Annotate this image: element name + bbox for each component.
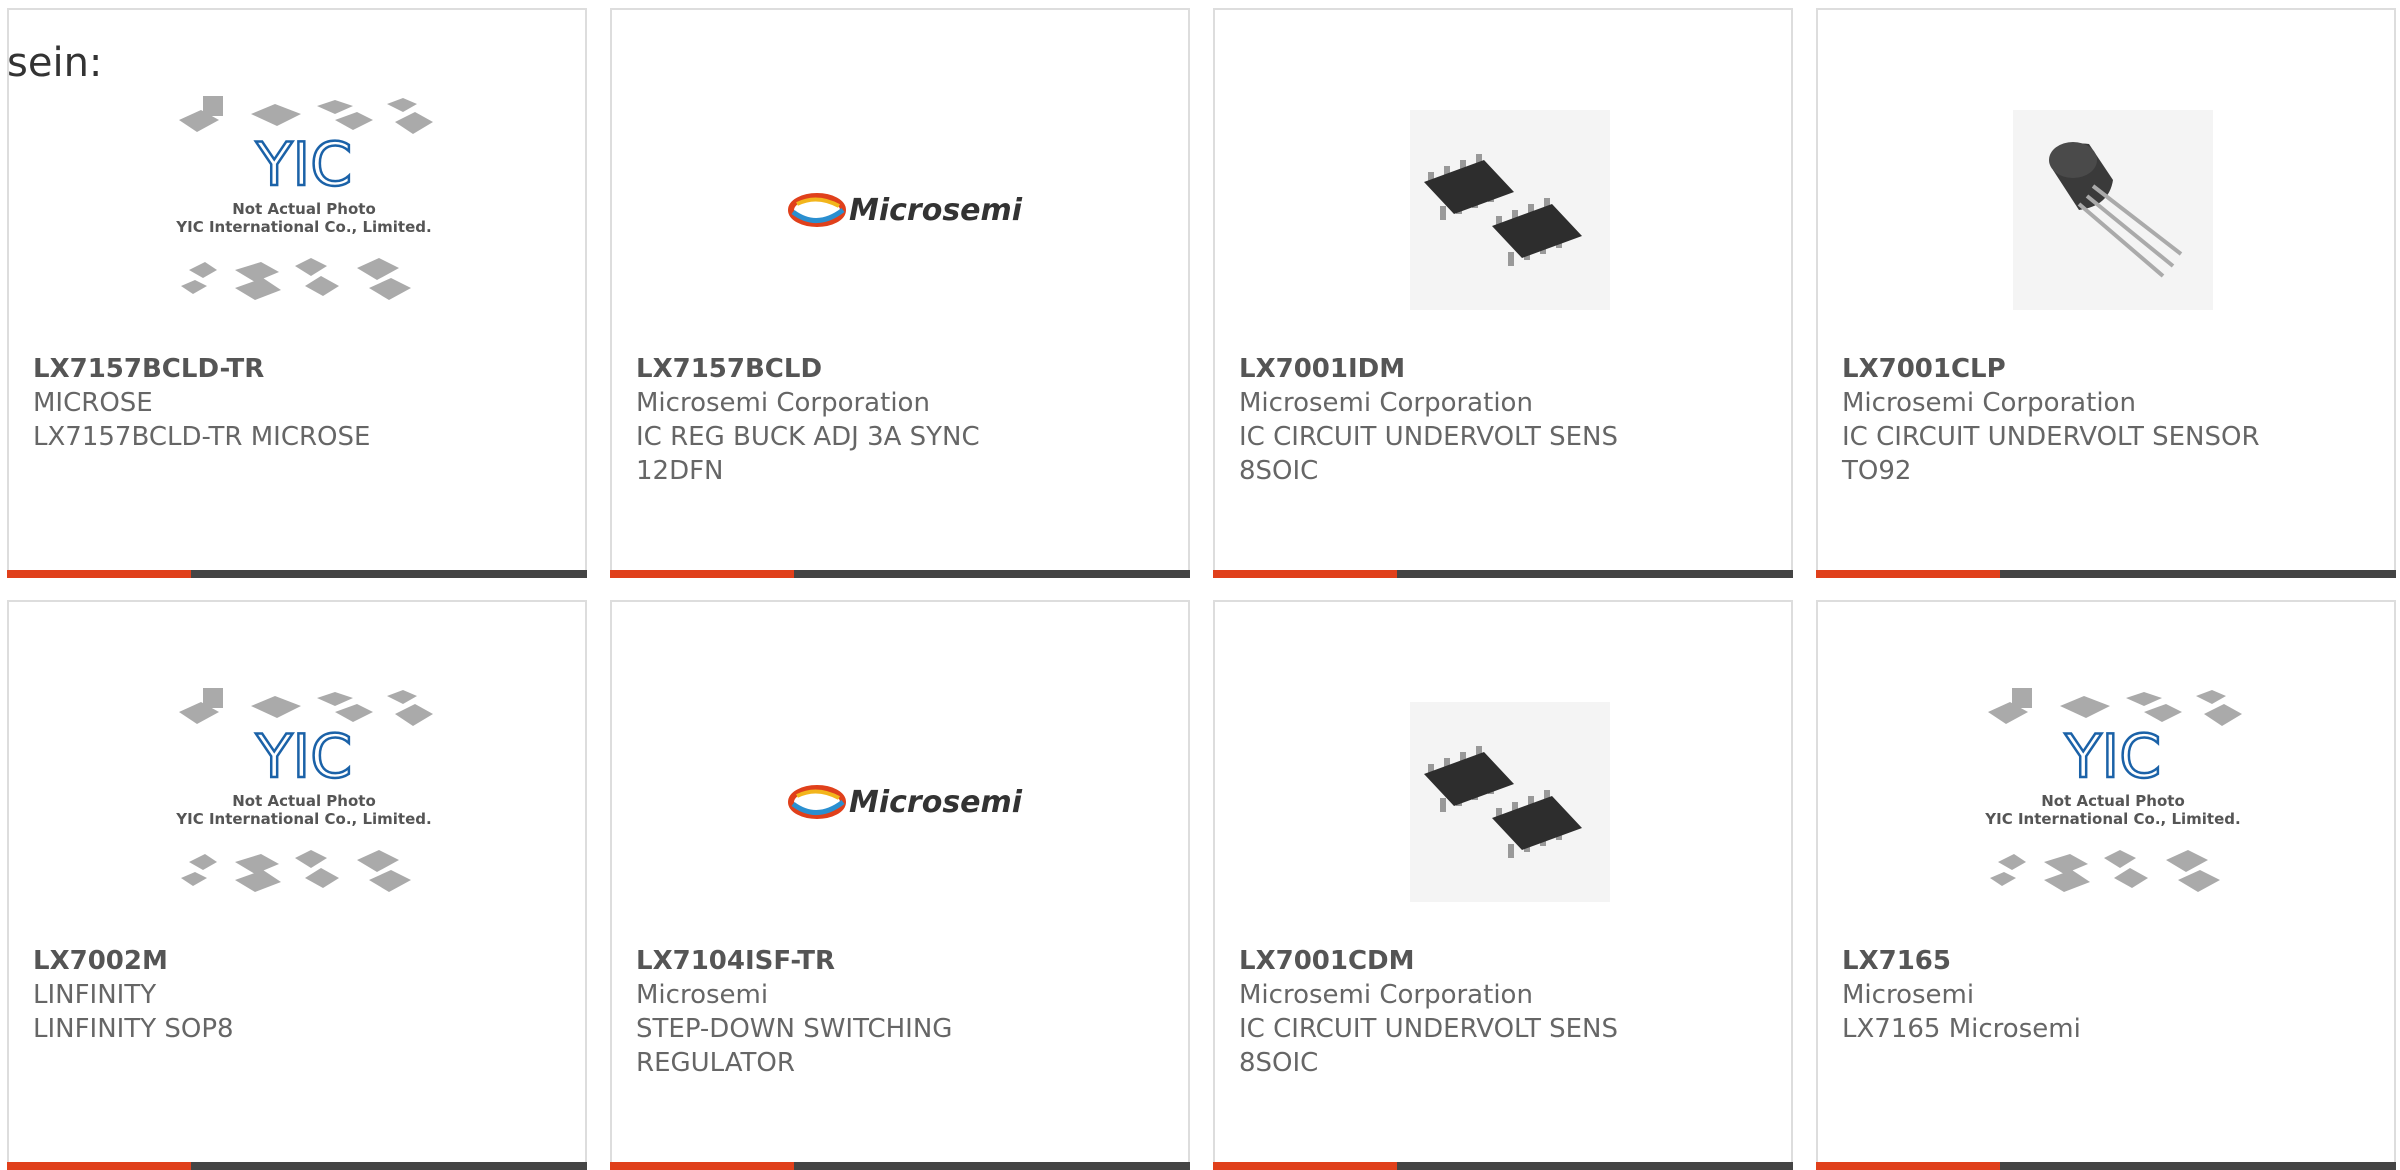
product-info: LX7001CDM Microsemi Corporation IC CIRCU… [1239, 944, 1767, 1080]
part-number[interactable]: LX7001IDM [1239, 352, 1767, 386]
description: LINFINITY SOP8 [33, 1014, 234, 1044]
card-bottom-bar [7, 570, 587, 578]
manufacturer: Microsemi [1842, 980, 1975, 1010]
svg-text:YIC International Co., Limited: YIC International Co., Limited. [1984, 810, 2240, 828]
card-bottom-bar [1213, 570, 1793, 578]
product-card[interactable]: YIC Not Actual Photo YIC International C… [7, 8, 587, 578]
product-card[interactable]: LX7001IDM Microsemi Corporation IC CIRCU… [1213, 8, 1793, 578]
manufacturer: MICROSE [33, 388, 153, 418]
placeholder-image: YIC Not Actual Photo YIC International C… [175, 96, 433, 300]
svg-text:Not Actual Photo: Not Actual Photo [2041, 792, 2185, 810]
placeholder-image: YIC Not Actual Photo YIC International C… [1984, 688, 2242, 892]
svg-text:Not Actual Photo: Not Actual Photo [232, 792, 376, 810]
manufacturer: Microsemi Corporation [1239, 980, 1533, 1010]
microsemi-logo-icon: Microsemi [788, 193, 1023, 228]
part-number[interactable]: LX7001CDM [1239, 944, 1767, 978]
product-image-placeholder[interactable]: YIC Not Actual Photo YIC International C… [159, 672, 449, 932]
manufacturer: Microsemi Corporation [1842, 388, 2136, 418]
manufacturer: LINFINITY [33, 980, 157, 1010]
card-bottom-bar [1816, 570, 2396, 578]
card-bottom-bar [1816, 1162, 2396, 1170]
product-image[interactable] [1365, 672, 1655, 932]
product-card[interactable]: LX7001CDM Microsemi Corporation IC CIRCU… [1213, 600, 1793, 1170]
svg-text:Not Actual Photo: Not Actual Photo [232, 200, 376, 218]
soic-chip-icon [1410, 702, 1610, 902]
description: LX7157BCLD-TR MICROSE [33, 422, 371, 452]
manufacturer: Microsemi Corporation [1239, 388, 1533, 418]
product-card[interactable]: LX7001CLP Microsemi Corporation IC CIRCU… [1816, 8, 2396, 578]
manufacturer: Microsemi Corporation [636, 388, 930, 418]
description: STEP-DOWN SWITCHING REGULATOR [636, 1014, 953, 1078]
part-number[interactable]: LX7157BCLD-TR [33, 352, 561, 386]
yic-logo: YIC [255, 722, 352, 792]
svg-text:YIC International Co., Limited: YIC International Co., Limited. [175, 218, 431, 236]
product-image[interactable]: Microsemi [762, 672, 1052, 932]
description: IC CIRCUIT UNDERVOLT SENSOR TO92 [1842, 422, 2260, 486]
description: IC REG BUCK ADJ 3A SYNC 12DFN [636, 422, 980, 486]
soic-chip-icon [1410, 110, 1610, 310]
placeholder-image: YIC Not Actual Photo YIC International C… [175, 688, 433, 892]
microsemi-logo-icon: Microsemi [788, 785, 1023, 820]
product-image-placeholder[interactable]: YIC Not Actual Photo YIC International C… [159, 80, 449, 340]
part-number[interactable]: LX7165 [1842, 944, 2370, 978]
svg-text:Microsemi: Microsemi [849, 193, 1023, 228]
part-number[interactable]: LX7002M [33, 944, 561, 978]
description: IC CIRCUIT UNDERVOLT SENS 8SOIC [1239, 422, 1618, 486]
product-info: LX7001IDM Microsemi Corporation IC CIRCU… [1239, 352, 1767, 488]
product-info: LX7002M LINFINITY LINFINITY SOP8 [33, 944, 561, 1046]
product-card[interactable]: YIC Not Actual Photo YIC International C… [1816, 600, 2396, 1170]
to92-transistor-icon [2013, 110, 2213, 310]
part-number[interactable]: LX7157BCLD [636, 352, 1164, 386]
product-info: LX7001CLP Microsemi Corporation IC CIRCU… [1842, 352, 2370, 488]
product-image[interactable] [1365, 80, 1655, 340]
product-info: LX7165 Microsemi LX7165 Microsemi [1842, 944, 2370, 1046]
card-bottom-bar [610, 570, 1190, 578]
product-card[interactable]: Microsemi LX7104ISF-TR Microsemi STEP-DO… [610, 600, 1190, 1170]
product-grid: YIC Not Actual Photo YIC International C… [7, 8, 2396, 1170]
card-bottom-bar [610, 1162, 1190, 1170]
part-number[interactable]: LX7104ISF-TR [636, 944, 1164, 978]
svg-text:YIC International Co., Limited: YIC International Co., Limited. [175, 810, 431, 828]
product-image-placeholder[interactable]: YIC Not Actual Photo YIC International C… [1968, 672, 2258, 932]
product-info: LX7104ISF-TR Microsemi STEP-DOWN SWITCHI… [636, 944, 1164, 1080]
card-bottom-bar [7, 1162, 587, 1170]
svg-text:Microsemi: Microsemi [849, 785, 1023, 820]
product-info: LX7157BCLD-TR MICROSE LX7157BCLD-TR MICR… [33, 352, 561, 454]
yic-logo: YIC [255, 130, 352, 200]
lead-text: sein: [7, 40, 103, 86]
part-number[interactable]: LX7001CLP [1842, 352, 2370, 386]
description: LX7165 Microsemi [1842, 1014, 2081, 1044]
description: IC CIRCUIT UNDERVOLT SENS 8SOIC [1239, 1014, 1618, 1078]
product-image[interactable]: Microsemi [762, 80, 1052, 340]
product-card[interactable]: Microsemi LX7157BCLD Microsemi Corporati… [610, 8, 1190, 578]
manufacturer: Microsemi [636, 980, 769, 1010]
card-bottom-bar [1213, 1162, 1793, 1170]
product-image[interactable] [1968, 80, 2258, 340]
yic-logo: YIC [2064, 722, 2161, 792]
product-card[interactable]: YIC Not Actual Photo YIC International C… [7, 600, 587, 1170]
product-info: LX7157BCLD Microsemi Corporation IC REG … [636, 352, 1164, 488]
